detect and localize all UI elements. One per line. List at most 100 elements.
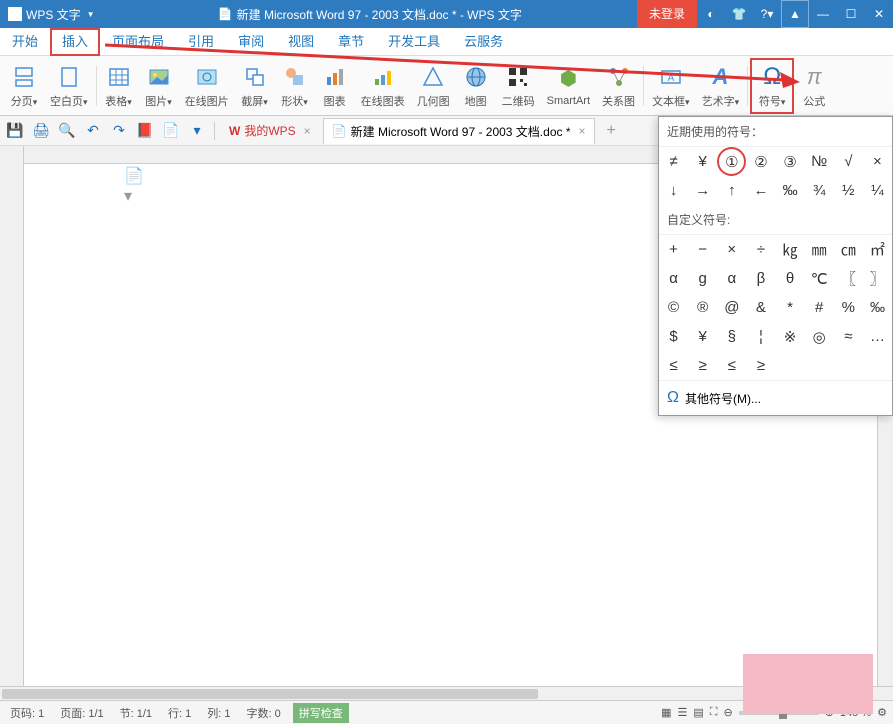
symbol-custom-18[interactable]: @ xyxy=(717,293,746,322)
ribbon-blank-page[interactable]: 空白页▾ xyxy=(44,58,94,114)
symbol-custom-8[interactable]: α xyxy=(659,264,688,293)
symbol-recent-15[interactable]: ¼ xyxy=(863,176,892,205)
close-tab-icon[interactable]: × xyxy=(579,124,586,138)
add-tab-button[interactable]: + xyxy=(599,122,624,140)
symbol-recent-12[interactable]: ‰ xyxy=(776,176,805,205)
page-options-icon[interactable]: 📄▾ xyxy=(124,166,140,186)
symbol-recent-3[interactable]: ② xyxy=(746,147,775,176)
print-icon[interactable]: 🖨 xyxy=(30,120,52,142)
symbol-custom-30[interactable]: ≈ xyxy=(834,322,863,351)
zoom-menu-icon[interactable]: ⚙ xyxy=(877,706,887,719)
symbol-custom-33[interactable]: ≥ xyxy=(688,351,717,380)
theme-icon[interactable]: 👕 xyxy=(725,0,753,28)
symbol-recent-8[interactable]: ↓ xyxy=(659,176,688,205)
menu-item-4[interactable]: 审阅 xyxy=(226,28,276,56)
close-tab-icon[interactable]: × xyxy=(304,124,311,138)
view-web-icon[interactable]: ▤ xyxy=(693,706,703,719)
ribbon-relation[interactable]: 关系图 xyxy=(596,58,641,114)
zoom-out-icon[interactable]: ⊖ xyxy=(723,706,732,719)
menu-item-5[interactable]: 视图 xyxy=(276,28,326,56)
ribbon-smartart[interactable]: ⬢SmartArt xyxy=(541,58,596,114)
undo-icon[interactable]: ↶ xyxy=(82,120,104,142)
symbol-recent-9[interactable]: → xyxy=(688,176,717,205)
ribbon-formula[interactable]: π公式 xyxy=(794,58,834,114)
more-qat-icon[interactable]: ▾ xyxy=(186,120,208,142)
maximize-icon[interactable]: ☐ xyxy=(837,0,865,28)
status-section[interactable]: 节: 1/1 xyxy=(116,705,156,721)
ribbon-table[interactable]: 表格▾ xyxy=(99,58,139,114)
symbol-custom-17[interactable]: ® xyxy=(688,293,717,322)
symbol-custom-3[interactable]: ÷ xyxy=(746,235,775,264)
symbol-custom-13[interactable]: ℃ xyxy=(805,264,834,293)
menu-item-7[interactable]: 开发工具 xyxy=(376,28,452,56)
spell-check-button[interactable]: 拼写检查 xyxy=(293,703,349,723)
symbol-recent-2[interactable]: ① xyxy=(717,147,746,176)
export-icon[interactable]: 📄 xyxy=(160,120,182,142)
symbol-recent-7[interactable]: × xyxy=(863,147,892,176)
symbol-custom-6[interactable]: ㎝ xyxy=(834,235,863,264)
symbol-custom-29[interactable]: ◎ xyxy=(805,322,834,351)
symbol-custom-19[interactable]: & xyxy=(746,293,775,322)
ribbon-geometry[interactable]: 几何图 xyxy=(411,58,456,114)
app-menu[interactable]: WPS 文字 ▼ xyxy=(0,6,103,23)
close-icon[interactable]: ✕ xyxy=(865,0,893,28)
ribbon-symbol[interactable]: Ω符号▾ xyxy=(750,58,794,114)
symbol-custom-23[interactable]: ‰ xyxy=(863,293,892,322)
symbol-custom-35[interactable]: ≥ xyxy=(746,351,775,380)
ribbon-map[interactable]: 地图 xyxy=(456,58,496,114)
symbol-custom-21[interactable]: # xyxy=(805,293,834,322)
symbol-recent-5[interactable]: № xyxy=(805,147,834,176)
view-print-icon[interactable]: ▦ xyxy=(661,706,671,719)
export-pdf-icon[interactable]: 📕 xyxy=(134,120,156,142)
symbol-custom-22[interactable]: % xyxy=(834,293,863,322)
ribbon-page-break[interactable]: 分页▾ xyxy=(4,58,44,114)
symbol-recent-14[interactable]: ½ xyxy=(834,176,863,205)
minimize-icon[interactable]: — xyxy=(809,0,837,28)
symbol-custom-10[interactable]: α xyxy=(717,264,746,293)
status-words[interactable]: 字数: 0 xyxy=(243,705,285,721)
symbol-custom-26[interactable]: § xyxy=(717,322,746,351)
redo-icon[interactable]: ↷ xyxy=(108,120,130,142)
symbol-custom-5[interactable]: ㎜ xyxy=(805,235,834,264)
symbol-custom-31[interactable]: … xyxy=(863,322,892,351)
menu-item-0[interactable]: 开始 xyxy=(0,28,50,56)
symbol-custom-32[interactable]: ≤ xyxy=(659,351,688,380)
symbol-custom-24[interactable]: $ xyxy=(659,322,688,351)
symbol-recent-0[interactable]: ≠ xyxy=(659,147,688,176)
symbol-recent-11[interactable]: ← xyxy=(746,176,775,205)
symbol-custom-16[interactable]: © xyxy=(659,293,688,322)
symbol-custom-0[interactable]: + xyxy=(659,235,688,264)
symbol-custom-9[interactable]: ɡ xyxy=(688,264,717,293)
symbol-recent-4[interactable]: ③ xyxy=(776,147,805,176)
more-symbols-button[interactable]: Ω 其他符号(M)... xyxy=(659,380,892,415)
ribbon-qrcode[interactable]: 二维码 xyxy=(496,58,541,114)
ribbon-wordart[interactable]: A艺术字▾ xyxy=(696,58,746,114)
help-icon[interactable]: ?▾ xyxy=(753,0,781,28)
symbol-custom-4[interactable]: ㎏ xyxy=(776,235,805,264)
menu-item-8[interactable]: 云服务 xyxy=(452,28,515,56)
ribbon-toggle-icon[interactable]: ▲ xyxy=(781,0,809,28)
status-page[interactable]: 页面: 1/1 xyxy=(56,705,107,721)
login-button[interactable]: 未登录 xyxy=(637,0,697,28)
symbol-custom-20[interactable]: * xyxy=(776,293,805,322)
menu-item-1[interactable]: 插入 xyxy=(50,28,100,56)
symbol-custom-27[interactable]: ¦ xyxy=(746,322,775,351)
symbol-recent-6[interactable]: √ xyxy=(834,147,863,176)
status-page-code[interactable]: 页码: 1 xyxy=(6,705,48,721)
skin-icon[interactable]: ◐ xyxy=(697,0,725,28)
scroll-thumb[interactable] xyxy=(2,689,538,699)
symbol-custom-25[interactable]: ¥ xyxy=(688,322,717,351)
vertical-ruler[interactable] xyxy=(0,146,24,700)
symbol-custom-2[interactable]: × xyxy=(717,235,746,264)
save-icon[interactable]: 💾 xyxy=(4,120,26,142)
symbol-custom-15[interactable]: 〗 xyxy=(863,264,892,293)
menu-item-3[interactable]: 引用 xyxy=(176,28,226,56)
ribbon-picture[interactable]: 图片▾ xyxy=(139,58,179,114)
symbol-custom-7[interactable]: ㎡ xyxy=(863,235,892,264)
ribbon-online-pic[interactable]: 在线图片 xyxy=(179,58,235,114)
menu-item-2[interactable]: 页面布局 xyxy=(100,28,176,56)
status-line[interactable]: 行: 1 xyxy=(164,705,195,721)
symbol-custom-11[interactable]: β xyxy=(746,264,775,293)
symbol-custom-34[interactable]: ≤ xyxy=(717,351,746,380)
fullscreen-icon[interactable]: ⛶ xyxy=(710,706,718,719)
